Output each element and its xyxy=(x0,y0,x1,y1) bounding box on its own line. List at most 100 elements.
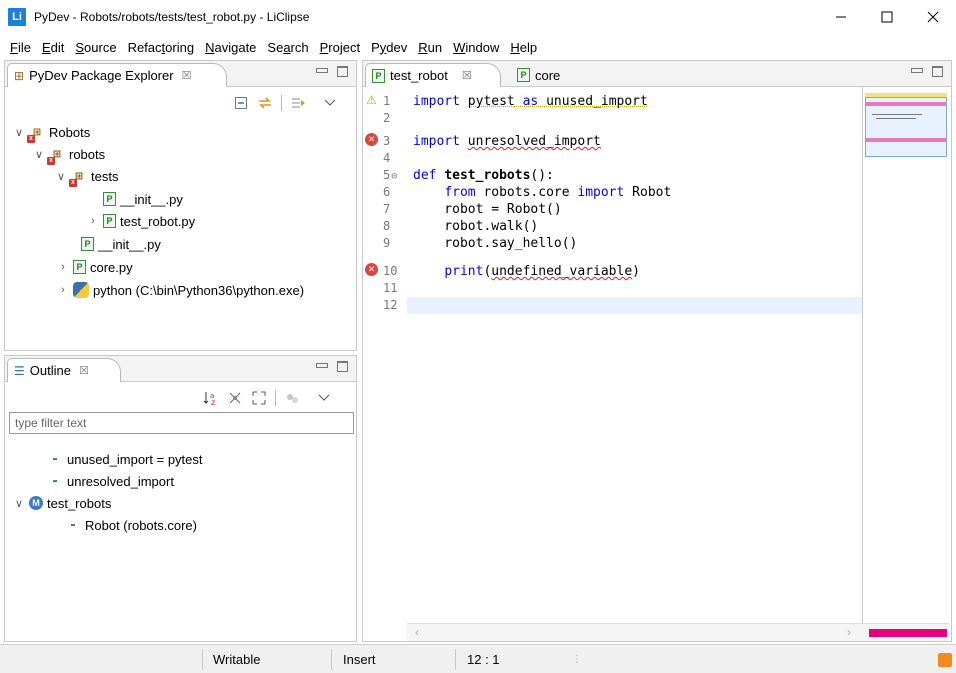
chevron-right-icon[interactable]: › xyxy=(57,261,69,273)
status-drag-handle-icon[interactable]: ⋮ xyxy=(572,645,582,673)
minimize-view-button[interactable] xyxy=(316,361,328,372)
fold-collapse-icon[interactable]: ⊖ xyxy=(391,171,397,182)
tree-item[interactable]: ∨ ⊞ x robots xyxy=(33,143,105,165)
tree-item[interactable]: › python (C:\bin\Python36\python.exe) xyxy=(57,279,304,301)
maximize-view-button[interactable] xyxy=(337,66,348,77)
menu-item[interactable]: Window xyxy=(448,40,505,55)
tree-item[interactable]: ∨ ⊞ x tests xyxy=(55,165,118,187)
tree-item[interactable]: ∨ ⊞ x Robots xyxy=(13,121,90,143)
expand-all-icon[interactable] xyxy=(251,390,267,406)
tree-item-label: tests xyxy=(91,168,119,184)
tree-item[interactable]: ∨ Mtest_robots xyxy=(13,492,111,514)
status-cursor-position[interactable]: 12 : 1 xyxy=(467,645,500,673)
error-marker-icon[interactable]: ✕ xyxy=(365,133,378,146)
close-tab-icon[interactable]: ☒ xyxy=(79,364,89,377)
tab-test-robot[interactable]: P test_robot ☒ xyxy=(365,63,501,87)
chevron-right-icon[interactable]: › xyxy=(57,284,69,296)
menu-label: ource xyxy=(84,39,117,55)
line-number: 7 xyxy=(379,201,407,218)
error-marker-icon[interactable]: ✕ xyxy=(365,263,378,276)
menu-item[interactable]: Help xyxy=(505,40,543,55)
menu-item[interactable]: Refactoring xyxy=(123,40,201,55)
minimap-code-line xyxy=(876,118,916,119)
chevron-down-icon[interactable]: ∨ xyxy=(33,148,45,161)
scroll-right-icon[interactable]: › xyxy=(847,625,851,639)
sync-disabled-icon[interactable] xyxy=(284,390,300,406)
line-number-text: 8 xyxy=(383,219,391,233)
close-button[interactable] xyxy=(910,0,956,33)
maximize-button[interactable] xyxy=(864,0,910,33)
menu-mnemonic: P xyxy=(319,39,329,55)
chevron-right-icon[interactable]: › xyxy=(87,215,99,227)
line-number-text: 4 xyxy=(383,151,391,165)
menu-item[interactable]: File xyxy=(5,40,37,55)
window-title: PyDev - Robots/robots/tests/test_robot.p… xyxy=(34,9,310,24)
view-menu-chevron-icon[interactable] xyxy=(316,390,332,406)
keyword: print xyxy=(444,264,484,279)
warning-code-text: pytest xyxy=(467,94,515,109)
minimize-view-button[interactable] xyxy=(316,66,328,77)
menu-item[interactable]: Edit xyxy=(37,40,70,55)
status-insert-mode[interactable]: Insert xyxy=(343,645,376,673)
horizontal-scrollbar[interactable]: ‹ › xyxy=(407,623,949,641)
minimize-editor-button[interactable] xyxy=(911,66,923,77)
python-file-icon: P xyxy=(81,237,94,251)
line-number-text: 7 xyxy=(383,202,391,216)
hide-fields-icon[interactable] xyxy=(227,390,243,406)
tree-item[interactable]: ⁃ unresolved_import xyxy=(31,470,174,492)
tree-item[interactable]: › Ptest_robot.py xyxy=(87,210,195,232)
filter-icon[interactable] xyxy=(290,95,306,111)
tree-item[interactable]: P __init__.py xyxy=(87,188,183,210)
menu-item[interactable]: Pydev xyxy=(366,40,413,55)
tab-outline[interactable]: ☰ Outline ☒ xyxy=(7,358,121,382)
line-number-text: 5 xyxy=(383,168,391,182)
editor-body: ⚠ ✕ ✕ 1 2 3 4 5⊖ 6 7 8 9 10 11 12 import pytest as … xyxy=(363,87,951,641)
menu-item[interactable]: Project xyxy=(315,40,366,55)
tab-core[interactable]: P core xyxy=(511,63,601,87)
chevron-down-icon[interactable]: ∨ xyxy=(55,170,67,183)
maximize-editor-button[interactable] xyxy=(932,66,943,77)
tree-item[interactable]: ⁃ Robot (robots.core) xyxy=(49,514,197,536)
warning-marker-icon[interactable]: ⚠ xyxy=(365,93,378,107)
menu-item[interactable]: Navigate xyxy=(200,40,262,55)
minimap-code-line xyxy=(872,114,922,115)
close-tab-icon[interactable]: ☒ xyxy=(182,69,192,82)
rss-feed-icon[interactable] xyxy=(938,653,952,667)
minimap-viewport[interactable] xyxy=(865,97,947,157)
chevron-down-icon[interactable]: ∨ xyxy=(13,497,25,510)
link-with-editor-icon[interactable] xyxy=(257,95,273,111)
code-editor[interactable]: import pytest as unused_import import un… xyxy=(407,87,863,623)
tab-package-explorer[interactable]: ⊞ PyDev Package Explorer ☒ xyxy=(7,63,227,87)
tree-item-label: test_robot.py xyxy=(120,213,196,229)
minimize-icon xyxy=(836,16,846,17)
view-menu-chevron-icon[interactable] xyxy=(322,95,338,111)
python-file-icon: P xyxy=(103,192,116,206)
sort-alphabetically-icon[interactable]: az xyxy=(203,390,219,406)
collapse-all-icon[interactable] xyxy=(233,95,249,111)
tree-item-label: Robot (robots.core) xyxy=(85,517,197,533)
code-text: (): xyxy=(530,168,554,183)
project-icon: ⊞ x xyxy=(27,124,45,143)
menu-label: dev xyxy=(386,39,408,55)
minimize-button[interactable] xyxy=(818,0,864,33)
menu-mnemonic: F xyxy=(10,39,18,55)
menu-item[interactable]: Run xyxy=(413,40,448,55)
code-line: import pytest as unused_import xyxy=(407,93,862,110)
tree-item[interactable]: P __init__.py xyxy=(65,233,161,255)
minimap-overview[interactable] xyxy=(863,87,949,623)
tree-item[interactable]: ⁃ unused_import = pytest xyxy=(31,448,203,470)
function-icon: M xyxy=(29,496,43,510)
menu-item[interactable]: Search xyxy=(262,40,314,55)
outline-tabbar: ☰ Outline ☒ xyxy=(5,356,356,382)
overview-error-indicator[interactable] xyxy=(869,629,947,637)
scroll-left-icon[interactable]: ‹ xyxy=(415,625,419,639)
tree-item[interactable]: › Pcore.py xyxy=(57,256,132,278)
chevron-down-icon[interactable]: ∨ xyxy=(13,126,25,139)
line-number-text: 9 xyxy=(383,236,391,250)
menu-item[interactable]: Source xyxy=(70,40,122,55)
maximize-view-button[interactable] xyxy=(337,361,348,372)
outline-filter-input[interactable] xyxy=(9,412,354,434)
tree-item-label: test_robots xyxy=(47,495,112,511)
close-tab-icon[interactable]: ☒ xyxy=(462,69,472,82)
